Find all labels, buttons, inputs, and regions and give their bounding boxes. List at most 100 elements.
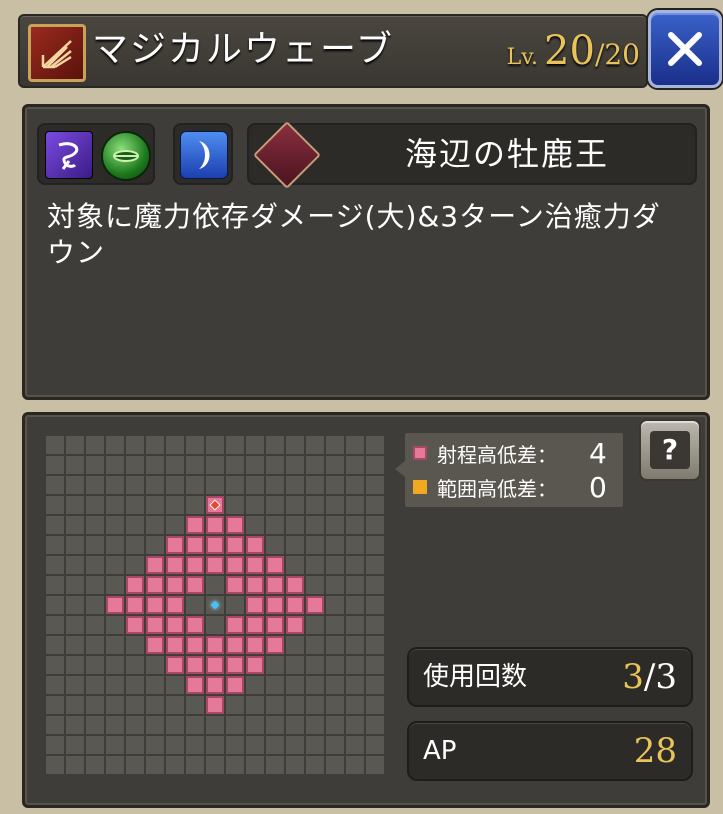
grid-cell <box>346 676 364 694</box>
grid-cell <box>326 456 344 474</box>
grid-cell <box>346 456 364 474</box>
legend-row-range: 射程高低差： 4 <box>413 436 607 470</box>
grid-cell <box>286 476 304 494</box>
grid-cell <box>126 716 144 734</box>
grid-cell <box>86 476 104 494</box>
grid-cell <box>106 536 124 554</box>
range-cell-hit <box>206 676 224 694</box>
skill-title: マジカルウェーブ <box>92 29 394 70</box>
range-cell-hit <box>226 516 244 534</box>
grid-cell <box>166 516 184 534</box>
grid-cell <box>306 496 324 514</box>
grid-cell <box>366 636 384 654</box>
range-cell-hit <box>246 596 264 614</box>
grid-cell <box>346 596 364 614</box>
wave-slash-icon <box>28 24 86 82</box>
grid-cell <box>166 736 184 754</box>
grid-cell <box>266 676 284 694</box>
grid-cell <box>46 676 64 694</box>
grid-cell <box>86 656 104 674</box>
grid-cell <box>206 616 224 634</box>
range-cell-hit <box>246 636 264 654</box>
range-cell-hit <box>146 596 164 614</box>
grid-cell <box>366 756 384 774</box>
grid-cell <box>366 436 384 454</box>
grid-cell <box>306 536 324 554</box>
grid-cell <box>66 676 84 694</box>
grid-cell <box>186 436 204 454</box>
grid-cell <box>346 636 364 654</box>
range-cell-hit <box>206 636 224 654</box>
grid-cell <box>186 476 204 494</box>
grid-cell <box>46 656 64 674</box>
grid-cell <box>106 736 124 754</box>
grid-cell <box>166 476 184 494</box>
grid-cell <box>166 716 184 734</box>
grid-cell <box>126 496 144 514</box>
grid-cell <box>286 716 304 734</box>
grid-cell <box>46 616 64 634</box>
range-cell-hit <box>226 556 244 574</box>
grid-cell <box>246 456 264 474</box>
grid-cell <box>366 536 384 554</box>
grid-cell <box>326 756 344 774</box>
grid-cell <box>66 636 84 654</box>
grid-cell <box>46 756 64 774</box>
grid-cell <box>146 516 164 534</box>
grid-cell <box>166 756 184 774</box>
grid-cell <box>166 496 184 514</box>
grid-cell <box>286 756 304 774</box>
grid-cell <box>226 496 244 514</box>
range-cell-hit <box>166 536 184 554</box>
grid-cell <box>86 536 104 554</box>
grid-cell <box>46 576 64 594</box>
grid-cell <box>126 656 144 674</box>
range-panel: 射程高低差： 4 範囲高低差： 0 ? 使用回数 3/3 AP 28 <box>22 412 710 808</box>
grid-cell <box>266 656 284 674</box>
range-cell-hit <box>306 596 324 614</box>
range-cell-hit <box>286 576 304 594</box>
range-cell-hit <box>146 616 164 634</box>
grid-cell <box>306 716 324 734</box>
range-cell-hit <box>186 516 204 534</box>
range-cell-hit <box>126 576 144 594</box>
grid-cell <box>46 636 64 654</box>
grid-cell <box>86 716 104 734</box>
grid-cell <box>306 456 324 474</box>
grid-cell <box>186 736 204 754</box>
grid-cell <box>46 476 64 494</box>
grid-cell <box>266 436 284 454</box>
grid-cell <box>346 556 364 574</box>
grid-cell <box>326 536 344 554</box>
grid-cell <box>306 436 324 454</box>
help-icon: ? <box>650 431 690 469</box>
grid-cell <box>46 516 64 534</box>
grid-cell <box>326 476 344 494</box>
grid-cell <box>366 676 384 694</box>
grid-cell <box>146 676 164 694</box>
range-cell-hit <box>246 556 264 574</box>
equipment-name: 海辺の牡鹿王 <box>404 135 609 173</box>
grid-cell <box>346 516 364 534</box>
ap-value: 28 <box>633 731 677 771</box>
grid-cell <box>86 456 104 474</box>
grid-cell <box>206 716 224 734</box>
grid-cell <box>286 436 304 454</box>
range-cell-hit <box>226 636 244 654</box>
close-button[interactable] <box>648 10 722 88</box>
grid-cell <box>186 716 204 734</box>
grid-cell <box>126 456 144 474</box>
grid-cell <box>126 736 144 754</box>
grid-cell <box>326 736 344 754</box>
grid-cell <box>286 496 304 514</box>
grid-cell <box>86 576 104 594</box>
grid-cell <box>366 716 384 734</box>
grid-cell <box>46 596 64 614</box>
skill-info-panel: 海辺の牡鹿王 対象に魔力依存ダメージ(大)&3ターン治癒力ダウン <box>22 104 710 400</box>
grid-cell <box>306 616 324 634</box>
grid-cell <box>246 516 264 534</box>
help-button[interactable]: ? <box>639 419 701 481</box>
grid-cell <box>226 596 244 614</box>
grid-cell <box>346 656 364 674</box>
grid-cell <box>166 676 184 694</box>
